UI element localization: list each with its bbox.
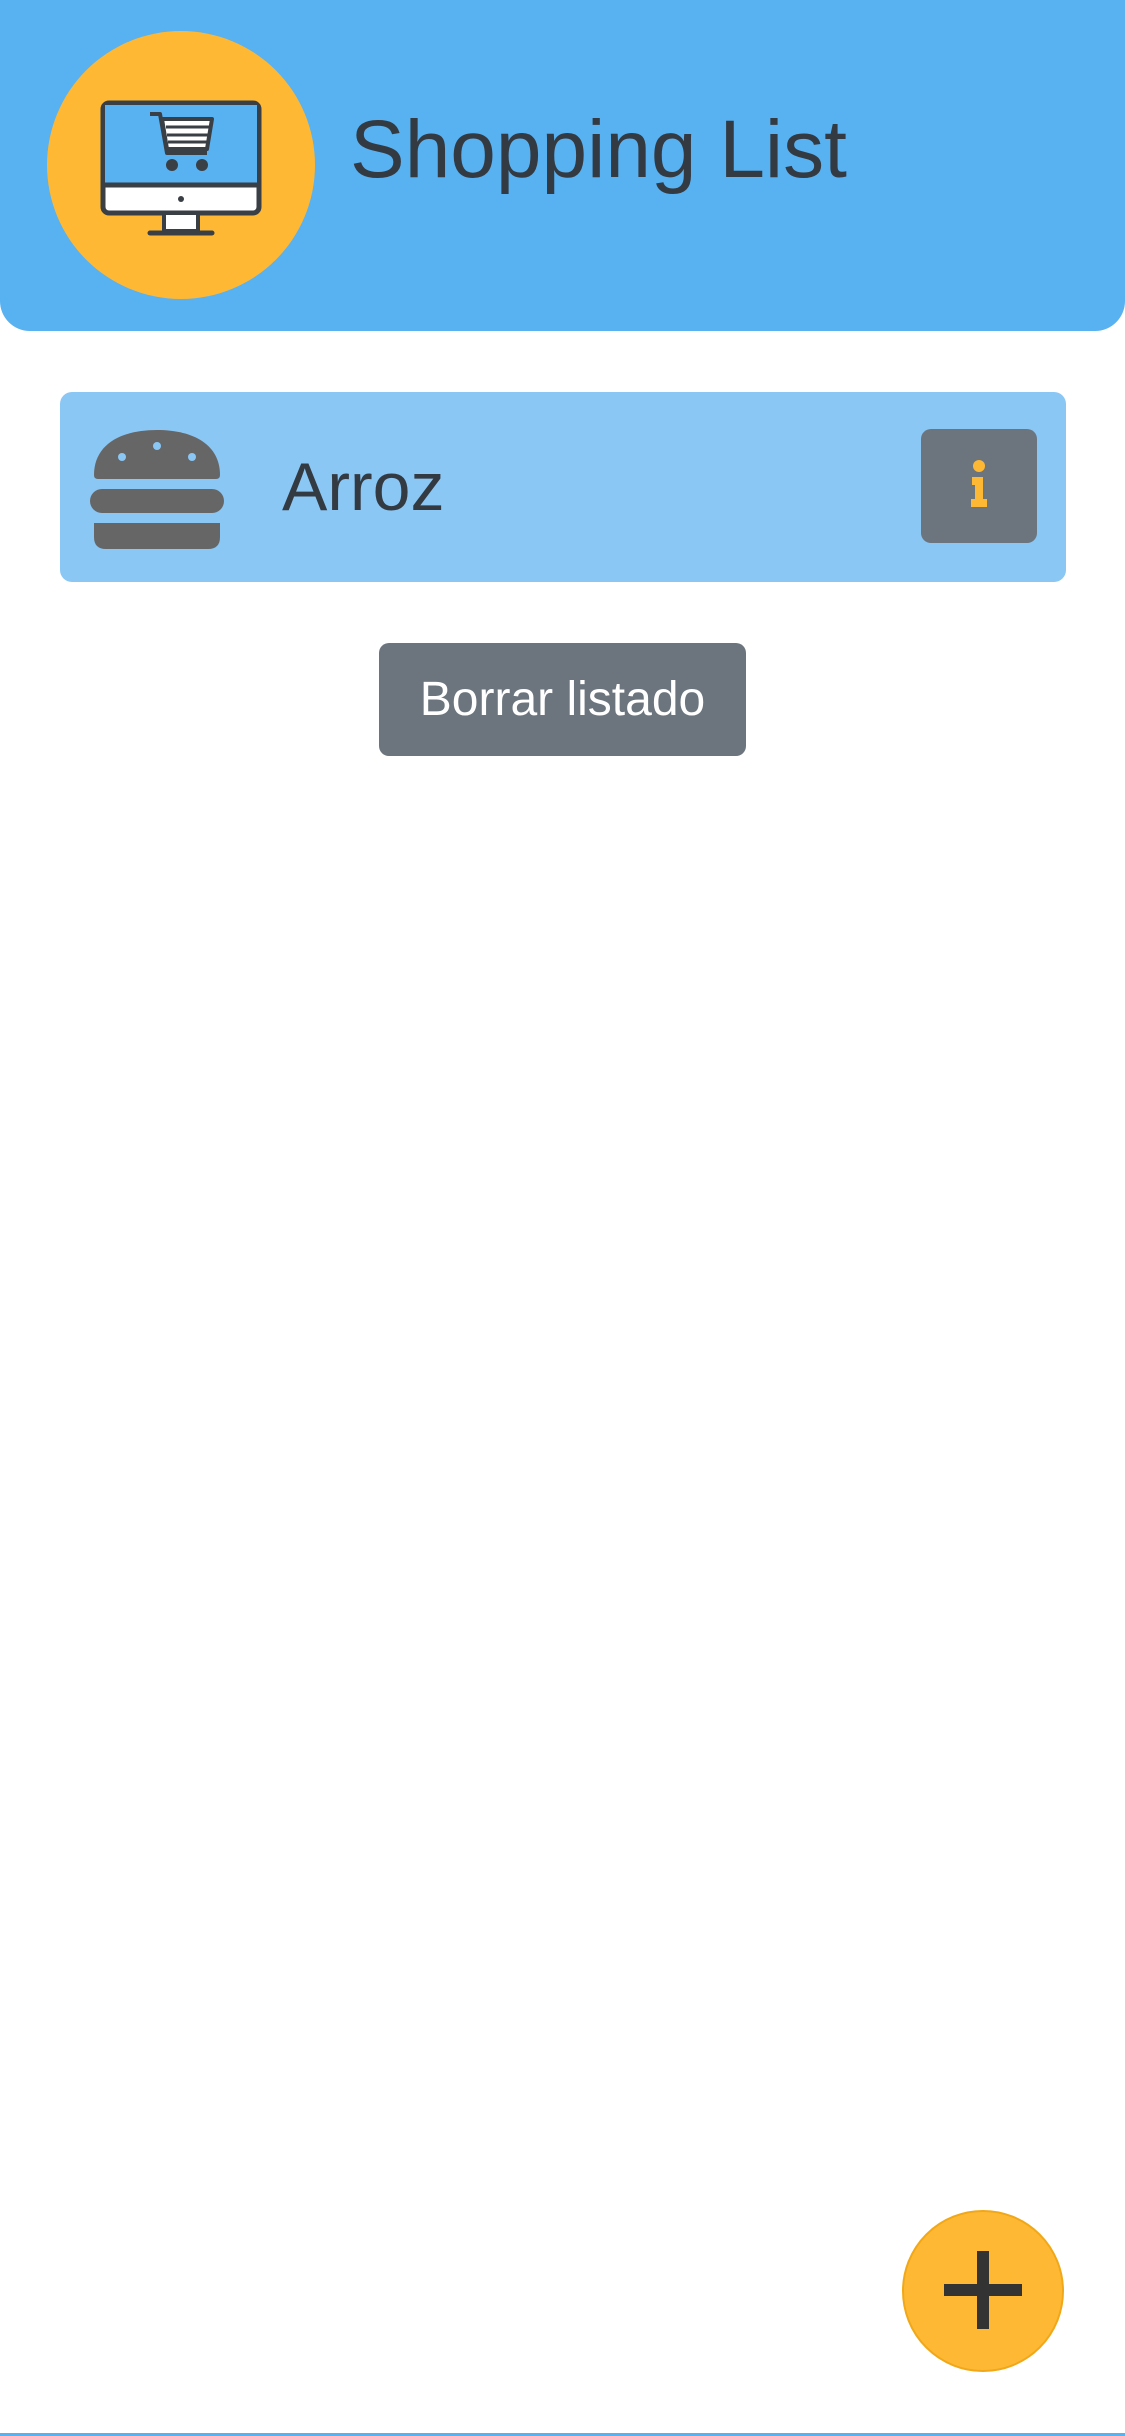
info-icon <box>971 460 987 507</box>
computer-shopping-cart-icon <box>100 100 262 236</box>
clear-list-button[interactable]: Borrar listado <box>379 643 746 756</box>
app-header: Shopping List <box>0 0 1125 331</box>
list-item[interactable]: Arroz <box>60 392 1066 582</box>
shopping-list: Arroz <box>60 392 1066 582</box>
page-title: Shopping List <box>350 104 847 195</box>
item-name: Arroz <box>282 449 445 525</box>
logo <box>47 31 315 299</box>
plus-icon <box>944 2251 1022 2329</box>
hamburger-icon <box>90 430 224 549</box>
info-button[interactable] <box>921 429 1037 543</box>
add-item-button[interactable] <box>902 2210 1064 2372</box>
